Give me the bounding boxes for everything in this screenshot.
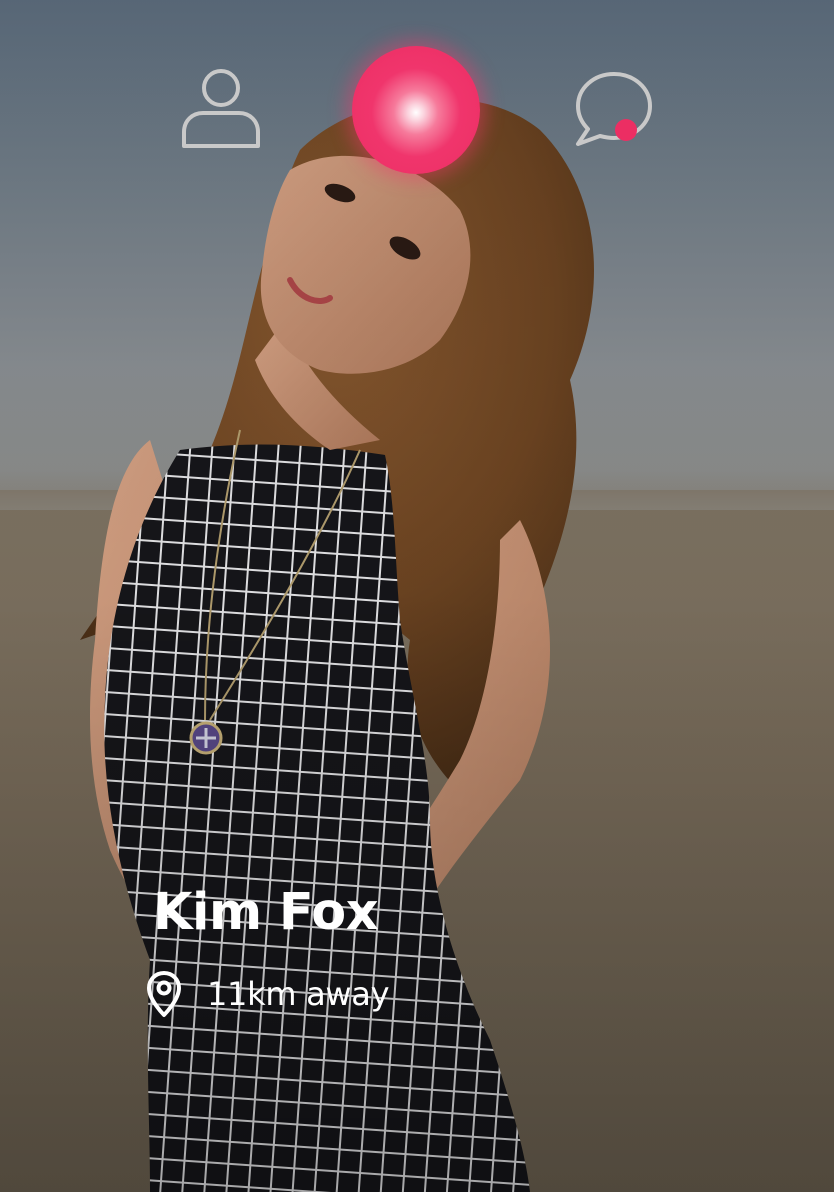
user-icon[interactable] (180, 66, 262, 150)
chat-bubble-icon[interactable] (570, 68, 656, 150)
distance-label: 11km away (207, 975, 390, 1013)
location-pin-icon (147, 971, 181, 1017)
profile-name: Kim Fox (153, 883, 379, 942)
profile-photo[interactable] (0, 0, 834, 1192)
notification-dot (615, 119, 637, 141)
location-row: 11km away (145, 968, 390, 1020)
profile-card-screen: Kim Fox 11km away (0, 0, 834, 1192)
app-logo-orb[interactable] (352, 46, 480, 174)
photo-overlay (0, 0, 834, 1192)
